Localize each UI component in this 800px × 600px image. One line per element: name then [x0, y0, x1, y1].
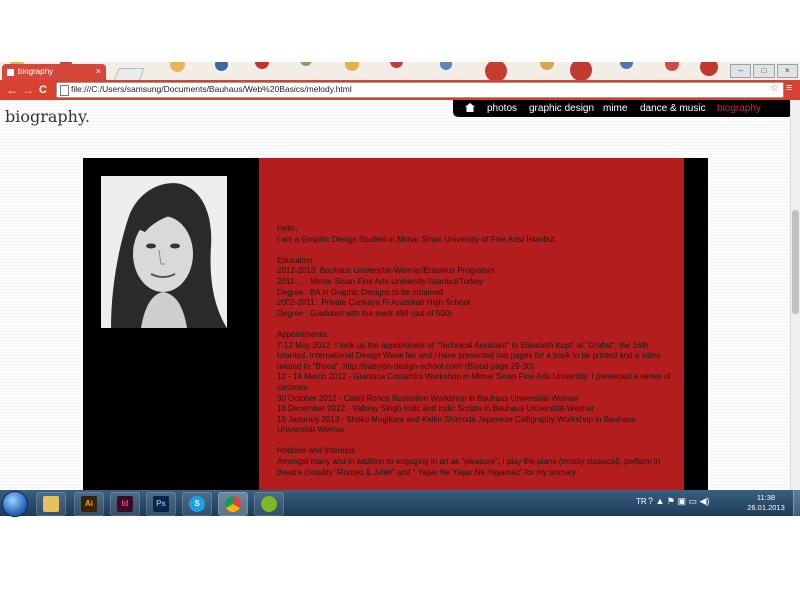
- decorative-dot: [540, 62, 554, 70]
- hobbies-text: Amongst many and in addition to engaging…: [277, 457, 661, 477]
- bookmark-star-icon[interactable]: ☆: [770, 83, 779, 94]
- clock-time: 11:38: [756, 493, 776, 502]
- appointment-item: 12 - 14 March 2012 - Gianluca Costantini…: [277, 372, 671, 392]
- education-item: 2002-2011 : Private Çankaya Pi Anatolian…: [277, 298, 470, 308]
- taskbar-chrome-button[interactable]: [218, 492, 248, 516]
- back-button[interactable]: ←: [6, 82, 18, 98]
- tab-title: biography: [18, 67, 54, 76]
- page-scrollbar[interactable]: [790, 100, 800, 490]
- appointment-item: 30 October 2012 - Catell Ronca Illustrat…: [277, 393, 579, 403]
- decorative-dot: [665, 62, 679, 71]
- education-item: Degree : BA in Graphic Designs to be obt…: [277, 287, 443, 297]
- browser-tab-biography[interactable]: biography ×: [2, 64, 106, 81]
- education-item: 2012-2013: Bauhaus Universität-Weimar/Er…: [277, 266, 495, 276]
- nav-link-mime[interactable]: mime: [603, 103, 627, 114]
- appointment-item: 7-12 May 2012, I took up the appointment…: [277, 340, 661, 371]
- taskbar-skype-button[interactable]: S: [182, 492, 212, 516]
- illustrator-icon: Ai: [81, 496, 97, 512]
- nav-link-graphic-design[interactable]: graphic design: [529, 103, 594, 114]
- page-title-text: biography: [5, 107, 85, 126]
- nav-link-biography[interactable]: biography: [717, 103, 761, 114]
- decorative-dot: [255, 62, 269, 69]
- skype-icon: S: [189, 496, 205, 512]
- chrome-icon: [225, 496, 241, 512]
- decorative-dot: [620, 62, 633, 69]
- taskbar-spotify-button[interactable]: [254, 492, 284, 516]
- decorative-dot: [390, 62, 403, 68]
- page-title: biography.: [5, 107, 90, 126]
- bio-panel: Hello, I am a Graphic Design Student in …: [259, 158, 684, 490]
- decorative-dot: [300, 62, 312, 66]
- bio-greeting: Hello,: [277, 224, 298, 233]
- address-bar[interactable]: file:///C:/Users/samsung/Documents/Bauha…: [56, 82, 784, 98]
- hobbies-heading: Hobbles and Interests :: [277, 446, 360, 456]
- nav-link-photos[interactable]: photos: [487, 103, 517, 114]
- decorative-dot: [170, 62, 185, 72]
- maximize-button[interactable]: □: [753, 64, 775, 78]
- site-navigation: photos graphic design mime dance & music…: [453, 100, 793, 117]
- appointments-heading: Appointments:: [277, 329, 329, 339]
- tab-close-icon[interactable]: ×: [96, 66, 101, 76]
- window-controls: – □ ×: [730, 64, 798, 78]
- decorative-dot: [485, 62, 507, 80]
- minimize-button[interactable]: –: [730, 64, 752, 78]
- profile-photo: [101, 176, 227, 328]
- taskbar-indesign-button[interactable]: Id: [110, 492, 140, 516]
- photoshop-icon: Ps: [153, 496, 169, 512]
- decorative-dot: [700, 62, 718, 76]
- folder-icon: [43, 496, 59, 512]
- decorative-dot: [345, 62, 359, 71]
- page-title-dot: .: [84, 107, 90, 126]
- language-indicator[interactable]: TR: [636, 497, 647, 506]
- decorative-dot: [215, 62, 228, 71]
- webpage: biography. photos graphic design mime da…: [0, 100, 800, 490]
- bio-text: Hello, I am a Graphic Design Student in …: [277, 224, 677, 478]
- taskbar-illustrator-button[interactable]: Ai: [74, 492, 104, 516]
- bio-intro: I am a Graphic Design Student in Mimar S…: [277, 234, 557, 244]
- browser-menu-button[interactable]: ≡: [786, 82, 792, 94]
- taskbar-explorer-button[interactable]: [36, 492, 66, 516]
- decorative-dot: [440, 62, 452, 70]
- taskbar-photoshop-button[interactable]: Ps: [146, 492, 176, 516]
- education-item: 2011-... : Mimar Sinan Fine Arts Univers…: [277, 276, 484, 286]
- indesign-icon: Id: [117, 496, 133, 512]
- system-tray-icons[interactable]: ? ▲ ⚑ ▣ ▭ ◀): [648, 496, 709, 507]
- scrollbar-thumb[interactable]: [792, 210, 799, 314]
- page-icon: [60, 85, 69, 96]
- forward-button[interactable]: →: [22, 82, 34, 98]
- clock-date: 26.01.2013: [747, 503, 785, 512]
- taskbar-clock[interactable]: 11:38 26.01.2013: [740, 493, 792, 513]
- decorative-dot: [570, 62, 592, 80]
- reload-button[interactable]: C: [39, 82, 47, 98]
- education-heading: Education: [277, 255, 313, 265]
- home-icon[interactable]: [465, 103, 475, 114]
- nav-link-dance-music[interactable]: dance & music: [640, 103, 706, 114]
- education-item: Degree : Graduted with the mark 494 (out…: [277, 308, 452, 318]
- appointment-item: 15 Janurary 2013 - Shoko Mugikura and Ke…: [277, 414, 636, 435]
- show-desktop-button[interactable]: [793, 490, 800, 516]
- start-button[interactable]: [2, 491, 28, 517]
- content-panel: Hello, I am a Graphic Design Student in …: [83, 158, 708, 490]
- url-text: file:///C:/Users/samsung/Documents/Bauha…: [71, 84, 352, 94]
- close-window-button[interactable]: ×: [776, 64, 798, 78]
- appointment-item: 18 December 2012 - Valbray Singh Indic a…: [277, 404, 595, 414]
- favicon-icon: [7, 69, 14, 76]
- spotify-icon: [261, 496, 277, 512]
